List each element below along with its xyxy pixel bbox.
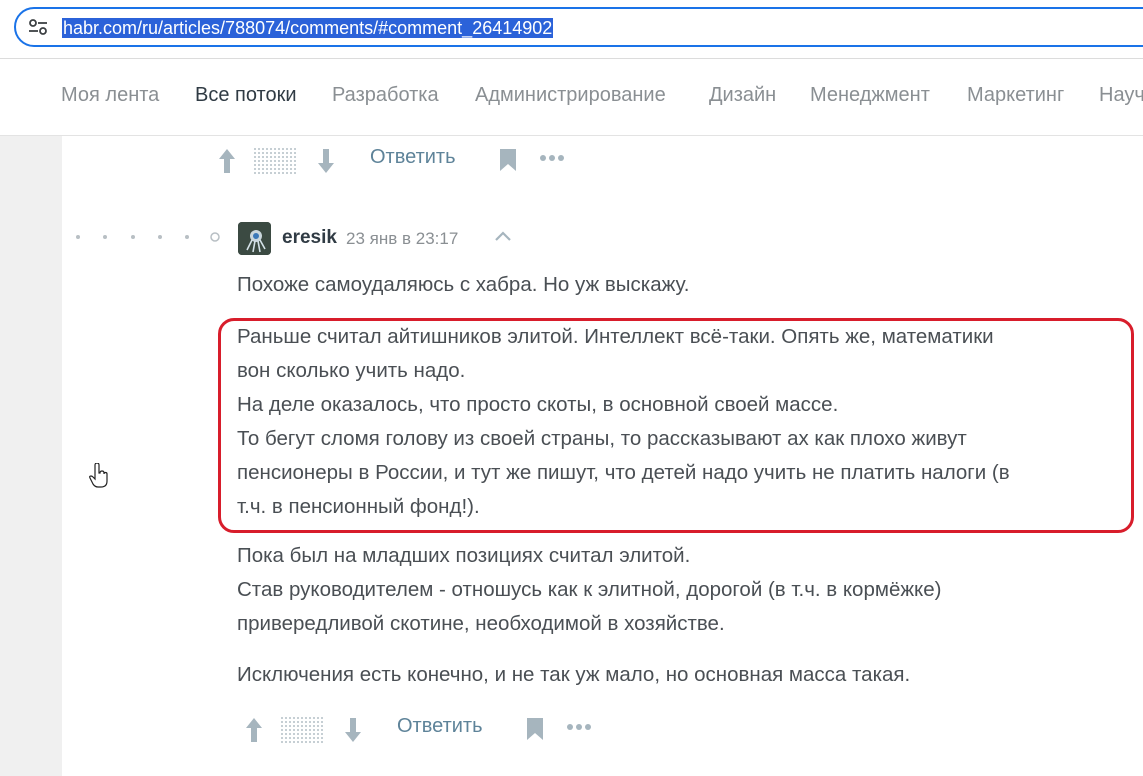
thread-level-indicator: [76, 232, 220, 242]
reply-link[interactable]: Ответить: [370, 146, 456, 169]
comment-time[interactable]: 23 янв в 23:17: [346, 229, 458, 249]
more-icon[interactable]: [539, 154, 565, 162]
browser-toolbar: habr.com/ru/articles/788074/comments/#co…: [0, 0, 1143, 59]
url-text[interactable]: habr.com/ru/articles/788074/comments/#co…: [62, 18, 554, 38]
vote-down-icon[interactable]: [317, 148, 335, 174]
vote-up-icon[interactable]: [245, 717, 263, 743]
comment-line: привередливой скотине, необходимой в хоз…: [237, 612, 725, 635]
highlight-annotation: [218, 318, 1134, 533]
comment-line: Пока был на младших позициях считал элит…: [237, 544, 691, 567]
prev-comment-actions: Ответить: [218, 146, 578, 176]
vote-up-icon[interactable]: [218, 148, 236, 174]
avatar[interactable]: [238, 222, 271, 255]
nav-item-my-feed[interactable]: Моя лента: [61, 84, 159, 107]
bookmark-icon[interactable]: [526, 717, 544, 741]
nav-item-design[interactable]: Дизайн: [709, 84, 776, 107]
comment-paragraph-final: Исключения есть конечно, и не так уж мал…: [237, 658, 910, 692]
reply-link[interactable]: Ответить: [397, 715, 483, 738]
site-nav: Моя лента Все потоки Разработка Админист…: [0, 59, 1143, 136]
hand-cursor-icon: [89, 463, 108, 488]
comment-paragraph-after: Пока был на младших позициях считал элит…: [237, 539, 942, 641]
nav-item-all-flows[interactable]: Все потоки: [195, 84, 297, 107]
tune-icon[interactable]: [28, 18, 48, 36]
comment-line: Похоже самоудаляюсь с хабра. Но уж выска…: [237, 273, 690, 296]
nav-item-management[interactable]: Менеджмент: [810, 84, 930, 107]
chevron-up-icon[interactable]: [494, 230, 512, 242]
comment-actions: Ответить: [245, 715, 605, 745]
address-bar[interactable]: habr.com/ru/articles/788074/comments/#co…: [14, 7, 1143, 47]
comment-line: Став руководителем - отношусь как к элит…: [237, 578, 942, 601]
comment-line: Исключения есть конечно, и не так уж мал…: [237, 663, 911, 686]
score-placeholder-icon: [254, 148, 298, 174]
vote-down-icon[interactable]: [344, 717, 362, 743]
score-placeholder-icon: [281, 717, 325, 743]
more-icon[interactable]: [566, 723, 592, 731]
nav-item-administration[interactable]: Администрирование: [475, 84, 666, 107]
nav-item-popsci[interactable]: Научпоп: [1099, 84, 1143, 107]
comment-author[interactable]: eresik: [282, 227, 337, 249]
bookmark-icon[interactable]: [499, 148, 517, 172]
nav-item-development[interactable]: Разработка: [332, 84, 439, 107]
nav-item-marketing[interactable]: Маркетинг: [967, 84, 1064, 107]
comment-paragraph-intro: Похоже самоудаляюсь с хабра. Но уж выска…: [237, 268, 689, 302]
